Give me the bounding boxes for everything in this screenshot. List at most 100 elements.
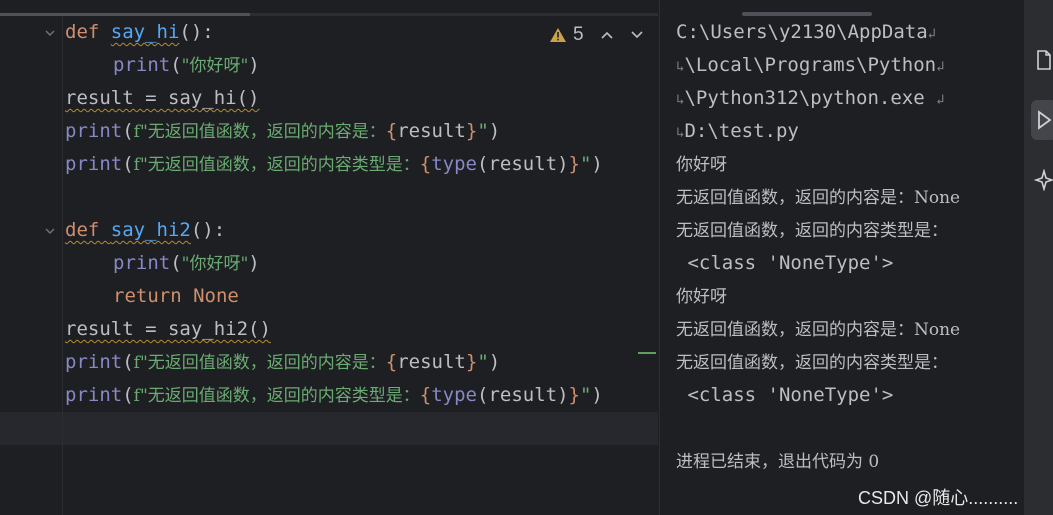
code-token: } (465, 351, 478, 373)
console-text: 你好呀 (676, 287, 727, 307)
right-tool-strip (1023, 0, 1053, 515)
code-token: (): (190, 219, 226, 241)
code-line[interactable]: print(f"无返回值函数，返回的内容类型是：{type(result)}") (65, 148, 603, 181)
code-token: { (419, 384, 432, 406)
console-text: 进程已结束，退出代码为 0 (676, 452, 880, 472)
code-line[interactable]: print("你好呀") (113, 49, 260, 82)
code-token: type (431, 153, 477, 175)
vcs-change-marker (638, 352, 656, 354)
fold-chevron-icon[interactable] (44, 27, 56, 39)
console-line: ↳\Python312\python.exe ↲ (676, 82, 945, 115)
console-text: D:\test.py (684, 120, 799, 142)
code-token: print (65, 351, 123, 373)
console-text: 无返回值函数，返回的内容类型是： (676, 221, 948, 241)
watermark: CSDN @随心.......... (858, 488, 1019, 508)
code-token: ) (488, 351, 501, 373)
console-text: <class 'NoneType'> (676, 384, 894, 406)
console-line: ↳D:\test.py (676, 115, 799, 148)
code-editor[interactable]: def say_hi(): print("你好呀") result = say_hi… (0, 0, 658, 515)
code-token: def (65, 21, 111, 43)
code-token: print (65, 120, 123, 142)
console-line: C:\Users\y2130\AppData↲ (676, 16, 936, 49)
code-token: result = say_hi() (65, 87, 260, 109)
code-token: "你好呀" (181, 254, 249, 274)
code-token: { (385, 120, 398, 142)
code-line[interactable]: result = say_hi() (65, 82, 259, 115)
code-token: ) (591, 384, 603, 406)
console-text: 无返回值函数，返回的内容类型是： (676, 353, 948, 373)
console-text: 无返回值函数，返回的内容是：None (676, 320, 961, 340)
code-token: } (465, 120, 478, 142)
code-token: ( (122, 384, 134, 406)
code-line[interactable]: return None (113, 280, 239, 313)
code-token: f"无返回值函数，返回的内容是： (133, 353, 386, 373)
console-text: 无返回值函数，返回的内容是：None (676, 188, 961, 208)
console-line: 你好呀 (676, 148, 727, 181)
code-line[interactable]: def say_hi2(): (65, 214, 225, 247)
code-token: { (385, 351, 398, 373)
console-line: 无返回值函数，返回的内容是：None (676, 313, 960, 346)
code-token: ( (122, 351, 134, 373)
console-text: <class 'NoneType'> (676, 252, 894, 274)
code-token: def (65, 219, 111, 241)
code-token: ) (591, 153, 603, 175)
code-line[interactable]: print(f"无返回值函数，返回的内容是：{result}") (65, 346, 500, 379)
previous-highlight-icon[interactable] (600, 27, 614, 43)
console-line: 无返回值函数，返回的内容类型是： (676, 214, 948, 247)
console-text: \Python312\python.exe (684, 87, 937, 109)
code-token: } (568, 384, 580, 406)
code-line[interactable]: print(f"无返回值函数，返回的内容类型是：{type(result)}") (65, 379, 603, 412)
code-token: result = say_hi2() (65, 318, 271, 340)
code-token: ) (248, 54, 260, 76)
code-token: result (397, 351, 466, 373)
code-token: " (579, 153, 592, 175)
console-line: <class 'NoneType'> (676, 247, 893, 280)
current-line-highlight (0, 412, 658, 445)
code-token: "你好呀" (181, 56, 249, 76)
code-token: ( (170, 54, 182, 76)
code-token: f"无返回值函数，返回的内容类型是： (133, 386, 420, 406)
code-token: return (113, 285, 194, 307)
code-token: ( (122, 153, 134, 175)
console-text: C:\Users\y2130\AppData (676, 21, 928, 43)
inspection-widget[interactable]: 5 (549, 22, 644, 48)
run-icon[interactable] (1031, 100, 1053, 140)
next-highlight-icon[interactable] (630, 27, 644, 43)
fold-chevron-icon[interactable] (44, 225, 56, 237)
warning-triangle-icon (550, 28, 566, 42)
code-token: ) (488, 120, 501, 142)
soft-wrap-end-icon: ↲ (936, 59, 945, 75)
code-line[interactable]: print(f"无返回值函数，返回的内容是：{result}") (65, 115, 500, 148)
console-line: <class 'NoneType'> (676, 379, 893, 412)
code-token: ) (248, 252, 260, 274)
soft-wrap-end-icon: ↲ (927, 26, 937, 42)
code-token: None (193, 285, 239, 307)
code-line[interactable]: result = say_hi2() (65, 313, 271, 346)
code-line[interactable]: def say_hi(): (65, 16, 214, 49)
code-token: print (65, 384, 123, 406)
code-token: } (568, 153, 580, 175)
console-line: 无返回值函数，返回的内容类型是： (676, 346, 948, 379)
code-token: type (431, 384, 477, 406)
code-token: " (477, 120, 489, 142)
code-line[interactable]: print("你好呀") (113, 247, 260, 280)
code-token: { (419, 153, 432, 175)
ai-sparkle-icon[interactable] (1031, 160, 1053, 200)
code-token: f"无返回值函数，返回的内容类型是： (133, 155, 420, 175)
code-token: print (113, 54, 171, 76)
editor-gutter (0, 16, 63, 515)
code-token: (result) (477, 153, 569, 175)
console-text: 你好呀 (676, 155, 727, 175)
code-token: " (579, 384, 592, 406)
warning-count: 5 (573, 24, 584, 45)
code-token: f"无返回值函数，返回的内容是： (133, 122, 386, 142)
code-token: say_hi (110, 21, 180, 43)
code-token: " (477, 351, 489, 373)
code-token: print (65, 153, 123, 175)
code-token: result (397, 120, 466, 142)
code-token: (result) (477, 384, 569, 406)
file-icon[interactable] (1031, 40, 1053, 80)
console-line: 进程已结束，退出代码为 0 (676, 445, 879, 478)
code-token: ( (122, 120, 134, 142)
soft-wrap-end-icon: ↲ (936, 92, 945, 108)
